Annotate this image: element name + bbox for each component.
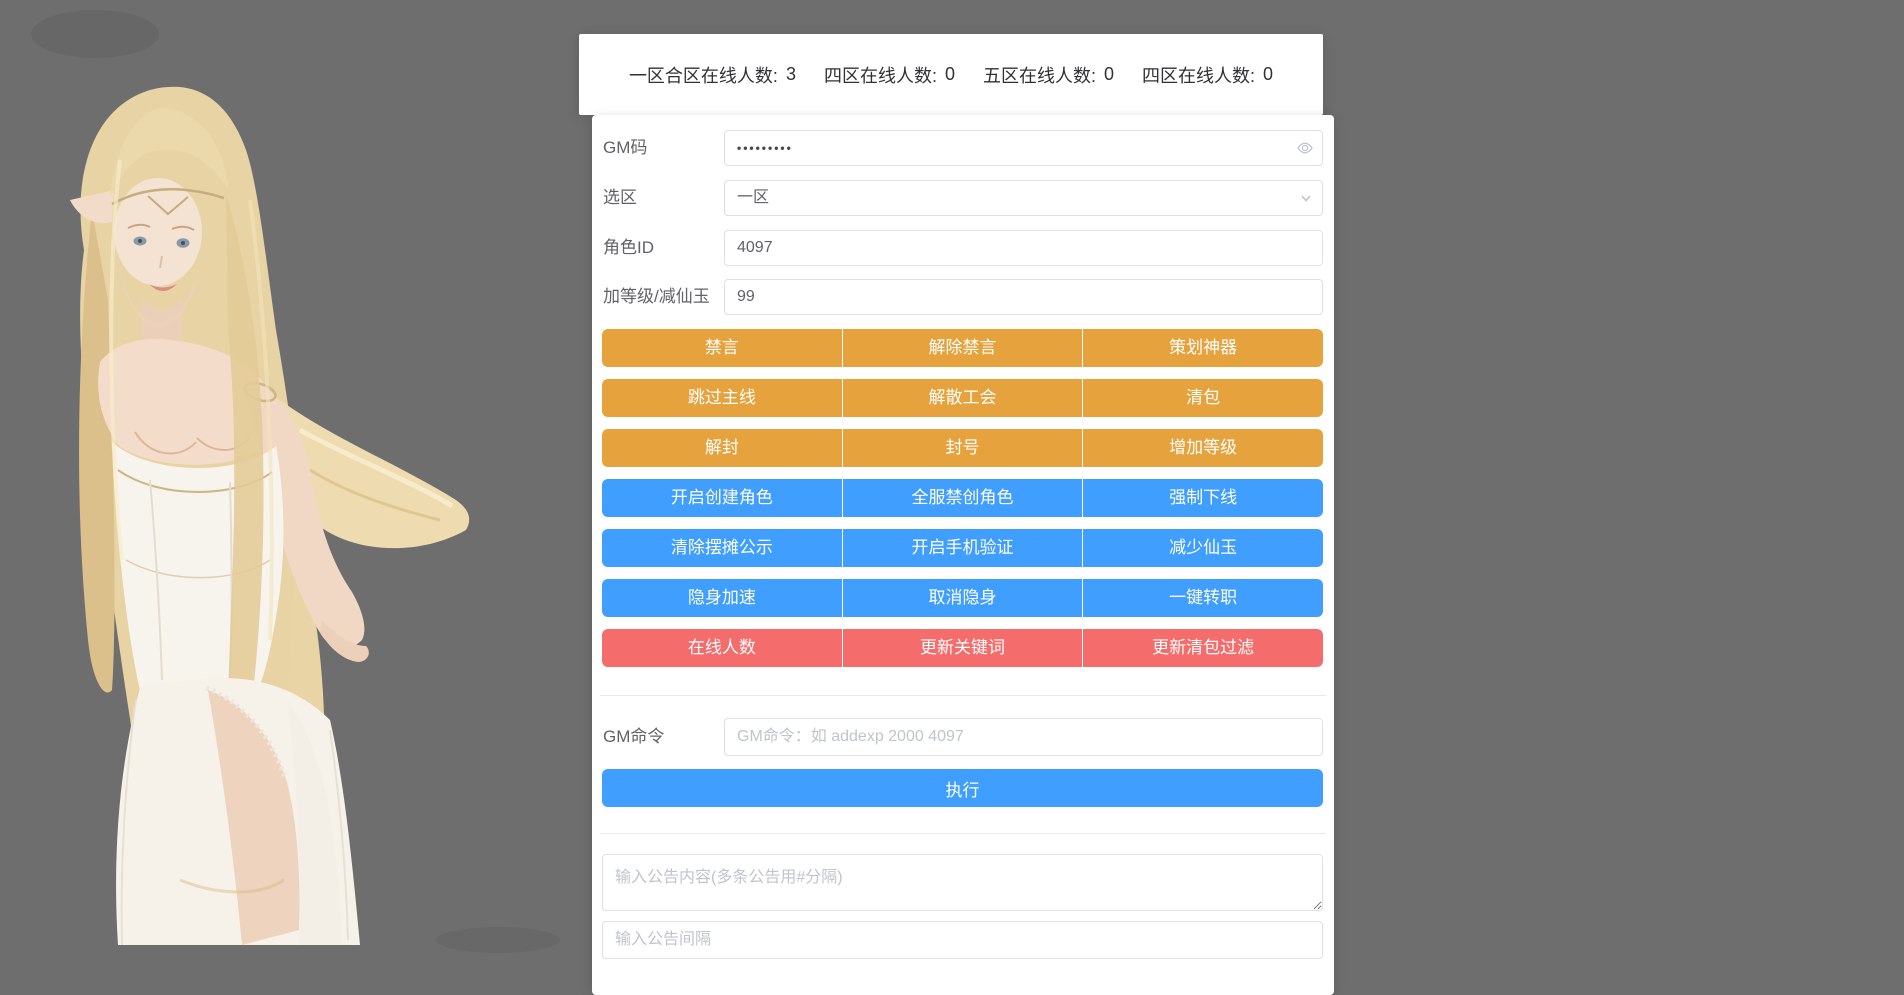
action-row-7: 在线人数 更新关键词 更新清包过滤 — [602, 629, 1323, 667]
cancel-stealth-button[interactable]: 取消隐身 — [843, 579, 1083, 617]
stat-zone4a: 四区在线人数: 0 — [824, 62, 955, 88]
zone-label: 选区 — [603, 180, 637, 216]
add-level-button[interactable]: 增加等级 — [1083, 429, 1323, 467]
update-keywords-button[interactable]: 更新关键词 — [843, 629, 1083, 667]
gm-code-label: GM码 — [603, 130, 647, 166]
online-stats-bar: 一区合区在线人数: 3 四区在线人数: 0 五区在线人数: 0 四区在线人数: … — [579, 34, 1323, 115]
gm-code-row: GM码 — [603, 130, 1323, 166]
clear-bag-button[interactable]: 清包 — [1083, 379, 1323, 417]
execute-button[interactable]: 执行 — [602, 769, 1323, 807]
stat-zone5-label: 五区在线人数: — [983, 62, 1096, 88]
gm-code-field — [724, 130, 1323, 166]
gm-command-field — [724, 718, 1323, 756]
action-row-4: 开启创建角色 全服禁创角色 强制下线 — [602, 479, 1323, 517]
chevron-down-icon — [1298, 190, 1314, 206]
stat-zone4b: 四区在线人数: 0 — [1142, 62, 1273, 88]
enable-create-role-button[interactable]: 开启创建角色 — [602, 479, 842, 517]
stat-zone5: 五区在线人数: 0 — [983, 62, 1114, 88]
stealth-speed-button[interactable]: 隐身加速 — [602, 579, 842, 617]
stat-zone4b-label: 四区在线人数: — [1142, 62, 1255, 88]
one-key-class-change-button[interactable]: 一键转职 — [1083, 579, 1323, 617]
gm-command-row: GM命令 — [603, 718, 1323, 756]
zone-field: 一区 — [724, 180, 1323, 216]
character-figure — [70, 87, 469, 945]
mute-button[interactable]: 禁言 — [602, 329, 842, 367]
divider — [600, 833, 1326, 834]
role-id-field — [724, 230, 1323, 266]
action-row-2: 跳过主线 解散工会 清包 — [602, 379, 1323, 417]
update-clearbag-filter-button[interactable]: 更新清包过滤 — [1083, 629, 1323, 667]
online-count-button[interactable]: 在线人数 — [602, 629, 842, 667]
ban-button[interactable]: 封号 — [843, 429, 1083, 467]
stat-zone5-value: 0 — [1104, 64, 1114, 85]
action-row-3: 解封 封号 增加等级 — [602, 429, 1323, 467]
stat-zone1: 一区合区在线人数: 3 — [629, 62, 796, 88]
password-visibility-icon[interactable] — [1295, 138, 1315, 158]
level-jade-input[interactable] — [724, 279, 1323, 315]
level-jade-label: 加等级/减仙玉 — [603, 279, 710, 315]
character-artwork — [0, 0, 620, 967]
planner-tool-button[interactable]: 策划神器 — [1083, 329, 1323, 367]
role-id-input[interactable] — [724, 230, 1323, 266]
enable-phone-verify-button[interactable]: 开启手机验证 — [843, 529, 1083, 567]
gm-command-label: GM命令 — [603, 718, 664, 756]
announcement-interval-input[interactable] — [602, 921, 1323, 959]
unban-button[interactable]: 解封 — [602, 429, 842, 467]
divider — [600, 695, 1326, 696]
gm-panel: GM码 选区 一区 角色ID — [592, 115, 1334, 995]
unmute-button[interactable]: 解除禁言 — [843, 329, 1083, 367]
gm-command-input[interactable] — [724, 718, 1323, 756]
zone-select[interactable]: 一区 — [724, 180, 1323, 216]
stat-zone4b-value: 0 — [1263, 64, 1273, 85]
stat-zone1-label: 一区合区在线人数: — [629, 62, 778, 88]
action-row-5: 清除摆摊公示 开启手机验证 减少仙玉 — [602, 529, 1323, 567]
disband-guild-button[interactable]: 解散工会 — [843, 379, 1083, 417]
stat-zone4a-value: 0 — [945, 64, 955, 85]
stat-zone1-value: 3 — [786, 64, 796, 85]
role-id-label: 角色ID — [603, 230, 654, 266]
action-row-1: 禁言 解除禁言 策划神器 — [602, 329, 1323, 367]
role-id-row: 角色ID — [603, 230, 1323, 266]
reduce-jade-button[interactable]: 减少仙玉 — [1083, 529, 1323, 567]
gm-code-input[interactable] — [724, 130, 1323, 166]
elf-character-illustration — [0, 0, 620, 967]
announcement-content-textarea[interactable] — [602, 854, 1323, 911]
skip-mainline-button[interactable]: 跳过主线 — [602, 379, 842, 417]
zone-row: 选区 一区 — [603, 180, 1323, 216]
stat-zone4a-label: 四区在线人数: — [824, 62, 937, 88]
action-row-6: 隐身加速 取消隐身 一键转职 — [602, 579, 1323, 617]
level-jade-field — [724, 279, 1323, 315]
force-offline-button[interactable]: 强制下线 — [1083, 479, 1323, 517]
disable-create-role-button[interactable]: 全服禁创角色 — [843, 479, 1083, 517]
clear-stall-notice-button[interactable]: 清除摆摊公示 — [602, 529, 842, 567]
level-jade-row: 加等级/减仙玉 — [603, 279, 1323, 315]
